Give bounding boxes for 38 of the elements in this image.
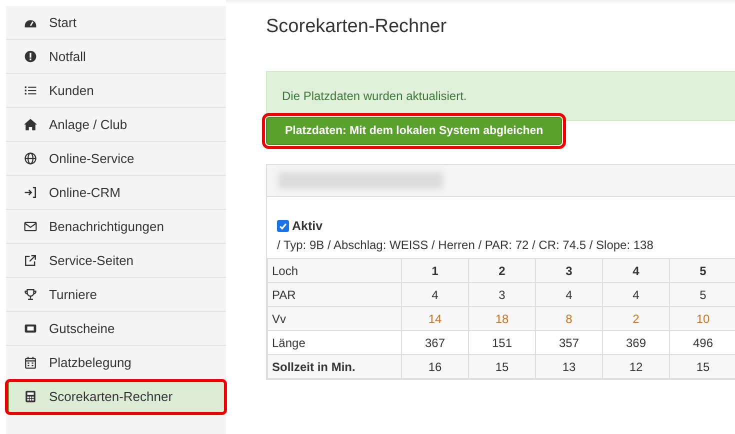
table-cell: 12 [602,354,670,378]
calendar-icon [24,356,37,369]
sidebar-item[interactable]: Benachrichtigungen [6,210,226,244]
row-label: Sollzeit in Min. [268,354,402,378]
row-label: Loch [268,258,402,282]
calculator-icon [24,390,37,403]
sidebar-item[interactable]: Scorekarten-Rechner [6,380,226,414]
alert-icon [24,50,37,63]
success-alert: Die Platzdaten wurden aktualisiert. [266,71,735,121]
sidebar-item[interactable]: Kunden [6,74,226,108]
sidebar-item[interactable]: Notfall [6,40,226,74]
table-cell: 15 [468,354,536,378]
sidebar-item[interactable]: Service-Seiten [6,244,226,278]
page-title: Scorekarten-Rechner [266,16,448,38]
list-icon [24,84,37,97]
envelope-icon [24,220,37,233]
globe-icon [24,152,37,165]
table-cell: 2 [602,306,670,330]
house-icon [24,118,37,131]
table-cell: 16 [402,354,468,378]
table-cell: 8 [536,306,602,330]
sidebar-item[interactable]: Turniere [6,278,226,312]
sidebar-item[interactable]: Online-CRM [6,176,226,210]
course-details: / Typ: 9B / Abschlag: WEISS / Herren / PAR: 72 / CR: 74.5 / Slope: 138 [277,238,654,252]
arrow-bracket-icon [24,186,37,199]
sidebar-item[interactable]: Online-Service [6,142,226,176]
table-cell: 13 [536,354,602,378]
trophy-icon [24,288,37,301]
table-cell: 14 [402,306,468,330]
row-label: Vv [268,306,402,330]
sidebar-item[interactable]: Gutscheine [6,312,226,346]
sidebar-item[interactable]: Anlage / Club [6,108,226,142]
active-checkbox[interactable] [277,220,289,232]
sidebar-item[interactable]: Start [6,6,226,40]
table-cell: 18 [468,306,536,330]
checkbox-label: Aktiv [292,219,323,233]
ticket-icon [24,322,37,335]
external-link-icon [24,254,37,267]
